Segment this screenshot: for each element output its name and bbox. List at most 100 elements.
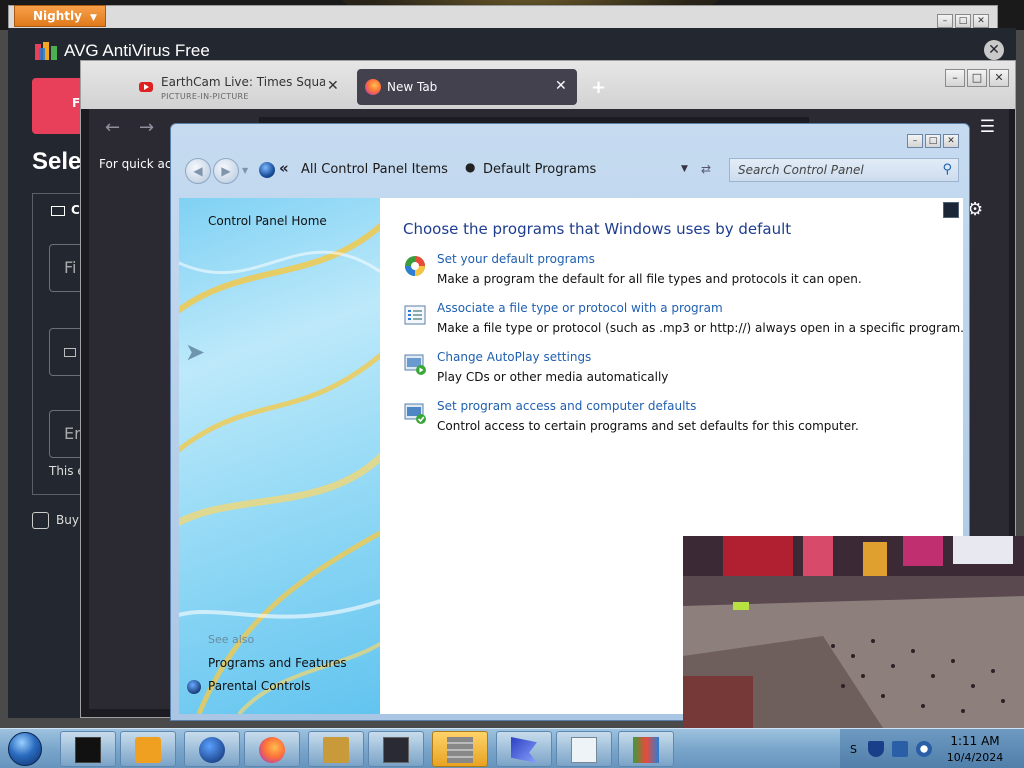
control-panel-window-controls: – □ ✕ [907, 134, 959, 148]
set-program-access-link[interactable]: Set program access and computer defaults [437, 399, 696, 413]
taskbar-app-terminal[interactable] [60, 731, 116, 767]
nightly-label: Nightly [33, 9, 82, 23]
media-player-icon [135, 737, 161, 763]
minimize-button[interactable]: – [945, 69, 965, 87]
control-panel-home-link[interactable]: Control Panel Home [208, 214, 327, 228]
close-button[interactable]: ✕ [973, 14, 989, 28]
parental-controls-icon [187, 680, 201, 694]
volume-icon[interactable] [916, 741, 932, 757]
avg-checkbox[interactable] [32, 512, 49, 529]
search-box[interactable]: Search Control Panel ⚲ [729, 158, 959, 182]
tab-close-icon[interactable]: ✕ [327, 78, 339, 94]
taskbar-app-display[interactable] [368, 731, 424, 767]
caret-down-icon: ▼ [89, 13, 97, 23]
taskbar-app-firewall[interactable] [432, 731, 488, 767]
change-autoplay-link[interactable]: Change AutoPlay settings [437, 350, 591, 364]
taskbar-app-firefox[interactable] [244, 731, 300, 767]
firefox-window-controls: – □ ✕ [945, 69, 1009, 87]
taskbar-app-media[interactable] [120, 731, 176, 767]
avg-close-icon[interactable]: ✕ [984, 40, 1004, 60]
display-icon [383, 737, 409, 763]
firewall-icon [447, 737, 473, 763]
item-description: Control access to certain programs and s… [437, 419, 859, 433]
paper-plane-icon: ➤ [185, 338, 206, 366]
help-icon[interactable] [943, 202, 959, 218]
parental-controls-link[interactable]: Parental Controls [208, 679, 311, 693]
refresh-icon[interactable]: ⇄ [701, 162, 711, 176]
start-button[interactable] [4, 730, 56, 768]
close-button[interactable]: ✕ [943, 134, 959, 148]
set-default-programs-link[interactable]: Set your default programs [437, 252, 595, 266]
see-also-label: See also [208, 633, 255, 646]
maximize-button[interactable]: □ [955, 14, 971, 28]
globe-icon [199, 737, 225, 763]
file-association-icon [404, 305, 426, 325]
avg-section-label: C [71, 203, 80, 217]
taskbar-app-box[interactable] [308, 731, 364, 767]
tab-earthcam[interactable]: EarthCam Live: Times Square in 4K PICTUR… [137, 69, 347, 105]
forward-button[interactable]: ▶ [213, 158, 239, 184]
taskbar: S 1:11 AM 10/4/2024 [0, 728, 1024, 768]
flag-icon [511, 737, 537, 763]
clock-date[interactable]: 10/4/2024 [940, 751, 1010, 764]
terminal-icon [75, 737, 101, 763]
maximize-button[interactable]: □ [967, 69, 987, 87]
taskbar-app-flag[interactable] [496, 731, 552, 767]
card-icon [51, 206, 65, 216]
network-icon[interactable] [892, 741, 908, 757]
back-arrow-icon[interactable]: ← [105, 117, 120, 138]
programs-and-features-link[interactable]: Programs and Features [208, 656, 347, 670]
breadcrumb-separator-icon[interactable]: ● [465, 160, 475, 174]
breadcrumb-all-items[interactable]: All Control Panel Items [301, 162, 448, 177]
breadcrumb-default-programs[interactable]: Default Programs [483, 162, 596, 177]
control-panel-icon [259, 162, 275, 178]
program-access-item: Set program access and computer defaults… [403, 399, 963, 439]
new-tab-plus-icon[interactable]: + [591, 77, 606, 98]
program-access-icon [404, 403, 426, 424]
youtube-icon [139, 82, 153, 92]
clock-time[interactable]: 1:11 AM [940, 734, 1010, 748]
document-icon [571, 737, 597, 763]
page-title: Choose the programs that Windows uses by… [403, 220, 792, 238]
taskbar-app-document[interactable] [556, 731, 612, 767]
associate-file-type-link[interactable]: Associate a file type or protocol with a… [437, 301, 723, 315]
back-button[interactable]: ◀ [185, 158, 211, 184]
breadcrumb-overflow-icon[interactable]: « [279, 159, 289, 177]
maximize-button[interactable]: □ [925, 134, 941, 148]
default-programs-item: Set your default programs Make a program… [403, 252, 963, 292]
card-icon [64, 348, 76, 357]
control-panel-sidebar: Control Panel Home ➤ See also Programs a… [179, 198, 380, 714]
tab-new-tab[interactable]: New Tab ✕ [357, 69, 577, 105]
minimize-button[interactable]: – [937, 14, 953, 28]
tab-subtitle: PICTURE-IN-PICTURE [161, 92, 249, 101]
taskbar-app-globe[interactable] [184, 731, 240, 767]
item-description: Play CDs or other media automatically [437, 370, 669, 384]
tab-close-icon[interactable]: ✕ [555, 78, 567, 94]
times-square-scene [683, 536, 1024, 728]
system-tray: S 1:11 AM 10/4/2024 [840, 729, 1024, 768]
hamburger-menu-icon[interactable]: ☰ [980, 117, 995, 137]
shield-icon[interactable] [868, 741, 884, 757]
autoplay-item: Change AutoPlay settings Play CDs or oth… [403, 350, 963, 390]
item-description: Make a program the default for all file … [437, 272, 862, 286]
box-app-icon [323, 737, 349, 763]
nightly-window-controls: – □ ✕ [937, 14, 989, 28]
taskbar-app-photo[interactable] [618, 731, 674, 767]
avg-heading: Sele [32, 148, 82, 175]
control-panel-address-bar: ◀ ▶ ▼ « All Control Panel Items ● Defaul… [183, 152, 959, 188]
search-icon[interactable]: ⚲ [942, 162, 952, 177]
item-description: Make a file type or protocol (such as .m… [437, 321, 964, 335]
avg-title: AVG AntiVirus Free [64, 41, 210, 60]
firefox-icon [259, 737, 285, 763]
firefox-icon [365, 79, 381, 95]
forward-arrow-icon[interactable]: → [139, 117, 154, 138]
recent-pages-dropdown-icon[interactable]: ▼ [242, 166, 248, 175]
close-button[interactable]: ✕ [989, 69, 1009, 87]
search-placeholder: Search Control Panel [738, 163, 864, 177]
avg-checkbox-label: Buyi [56, 513, 83, 527]
picture-in-picture-video[interactable] [683, 536, 1024, 728]
tab-title: New Tab [387, 80, 438, 94]
minimize-button[interactable]: – [907, 134, 923, 148]
nightly-menu-button[interactable]: Nightly ▼ [14, 5, 106, 27]
address-dropdown-icon[interactable]: ▼ [681, 164, 688, 174]
